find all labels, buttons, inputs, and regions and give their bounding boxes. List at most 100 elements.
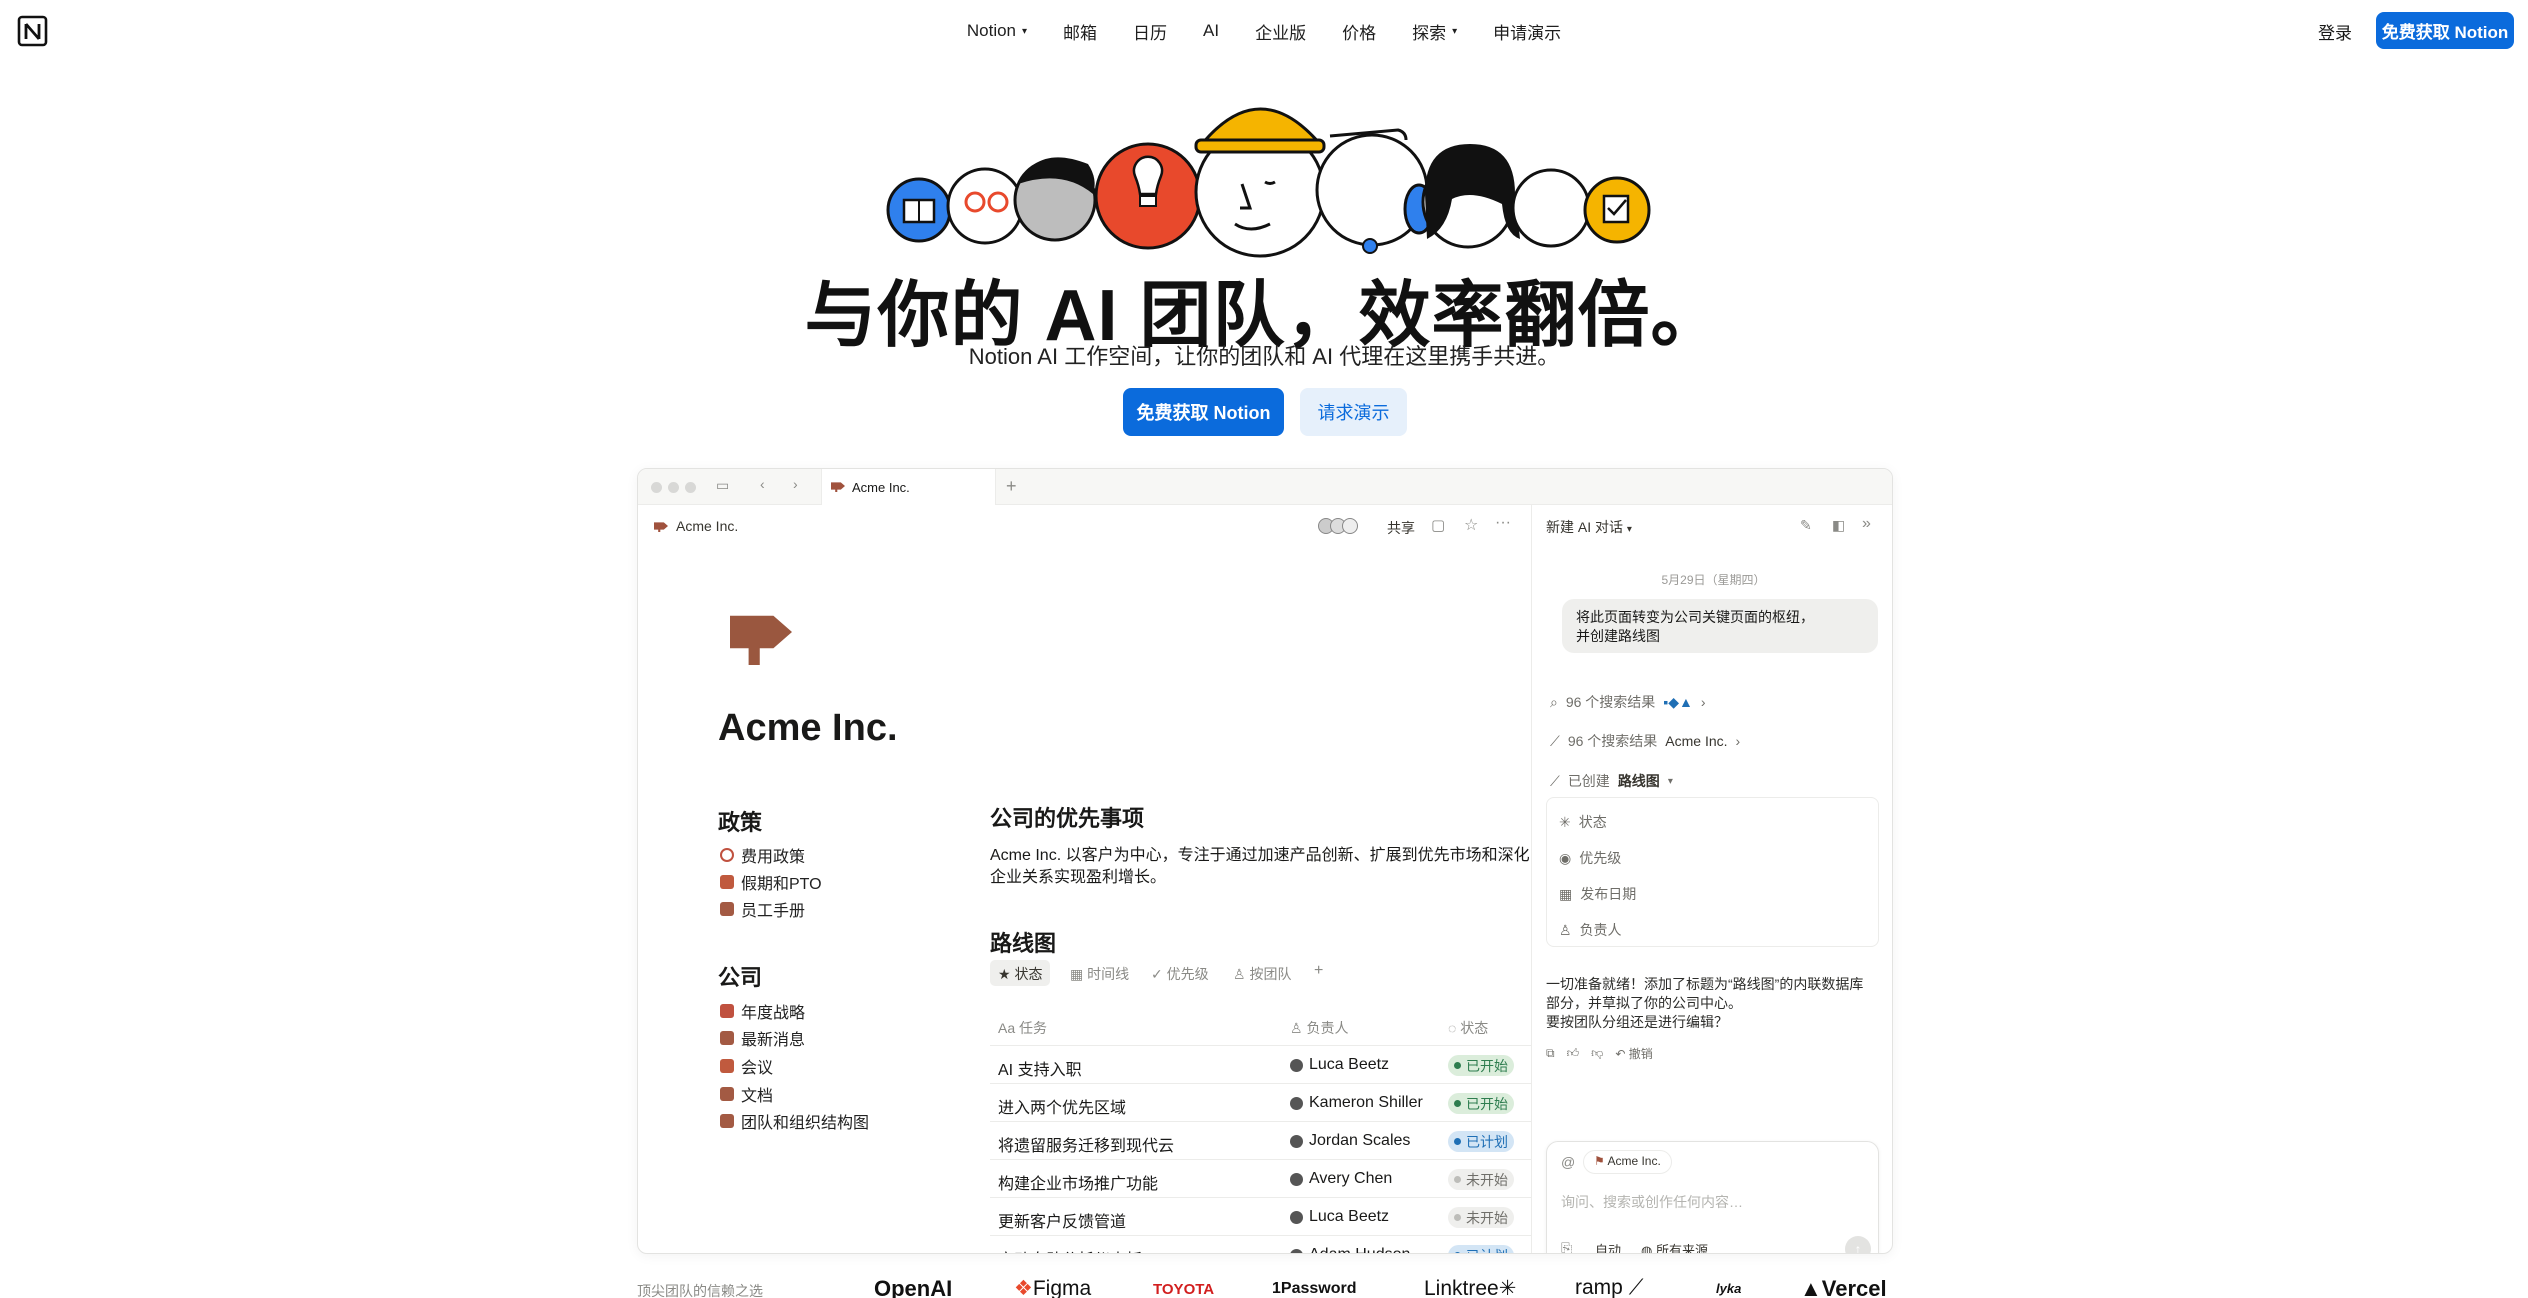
view-tab-status[interactable]: ★ 状态	[990, 960, 1051, 986]
back-icon[interactable]: ‹	[760, 476, 765, 492]
chevron-down-icon: ▾	[1626, 524, 1632, 535]
company-link[interactable]: 会议	[720, 1054, 773, 1078]
ai-panel: 新建 AI 对话 ▾ ✎ ◧ » 5月29日（星期四） 将此页面转变为公司关键页…	[1531, 505, 1892, 1253]
signpost-icon	[831, 482, 845, 492]
forward-icon[interactable]: ›	[793, 476, 798, 492]
vercel-logo: ▲Vercel	[1800, 1276, 1887, 1298]
table-row[interactable]: 更新客户反馈管道 Luca Beetz 未开始	[990, 1197, 1531, 1235]
login-link[interactable]: 登录	[2318, 19, 2352, 44]
star-icon[interactable]: ☆	[1464, 515, 1478, 535]
undo-button[interactable]: ↶ 撤销	[1615, 1045, 1652, 1062]
view-tab-priority[interactable]: ✓ 优先级	[1151, 964, 1209, 984]
property-item: ✳ 状态	[1559, 813, 1607, 831]
status-badge[interactable]: 已计划	[1448, 1131, 1514, 1152]
trust-label: 顶尖团队的信赖之选	[637, 1283, 763, 1298]
calendar-icon	[720, 1004, 734, 1018]
thumbs-down-icon[interactable]: 👎︎	[1591, 1046, 1603, 1061]
policy-link[interactable]: 费用政策	[720, 843, 805, 867]
new-tab-icon[interactable]: +	[1006, 476, 1017, 497]
sources-select[interactable]: ◍ 所有来源	[1641, 1240, 1708, 1253]
nav-item-notion[interactable]: Notion ▾	[967, 21, 1027, 41]
ai-input[interactable]: 询问、搜索或创作任何内容…	[1561, 1192, 1743, 1212]
chevron-down-icon: ▾	[1022, 25, 1028, 37]
calendar-icon: ▦	[1070, 966, 1088, 982]
view-tab-timeline[interactable]: ▦ 时间线	[1070, 964, 1129, 984]
chat-date: 5月29日（星期四）	[1661, 573, 1766, 587]
status-badge[interactable]: 已开始	[1448, 1093, 1514, 1114]
toyota-logo: TOYOTA	[1153, 1281, 1215, 1298]
target-icon	[720, 848, 734, 862]
search-result-step[interactable]: ⟋ 96 个搜索结果 Acme Inc. ›	[1550, 731, 1740, 751]
figma-logo: ❖Figma	[1014, 1277, 1092, 1298]
property-item: ▦ 发布日期	[1559, 885, 1637, 903]
policy-link[interactable]: 假期和PTO	[720, 870, 822, 894]
company-link[interactable]: 文档	[720, 1082, 773, 1106]
top-nav: Notion ▾ 邮箱 日历 AI 企业版 价格 探索 ▾ 申请演示 登录 免费获取…	[0, 0, 2528, 62]
context-chip[interactable]: ⚑ Acme Inc.	[1583, 1150, 1672, 1174]
table-row[interactable]: 构建企业市场推广功能 Avery Chen 未开始	[990, 1159, 1531, 1197]
search-result-step[interactable]: ⌕ 96 个搜索结果 ▪◆▲ ›	[1550, 692, 1706, 712]
nav-item-request-demo[interactable]: 申请演示	[1493, 19, 1561, 44]
status-badge[interactable]: 未开始	[1448, 1207, 1514, 1228]
table-row[interactable]: 启动自助分析仪表板Adam Hudson已计划	[990, 1235, 1531, 1253]
add-view-icon[interactable]: +	[1314, 962, 1323, 980]
openai-logo: OpenAI	[874, 1276, 953, 1298]
policy-link[interactable]: 员工手册	[720, 897, 805, 921]
table-row[interactable]: 进入两个优先区域 Kameron Shiller 已开始	[990, 1083, 1531, 1121]
created-step[interactable]: ⟋ 已创建 路线图 ▾	[1550, 771, 1673, 791]
user-message: 将此页面转变为公司关键页面的枢纽， 并创建路线图	[1562, 599, 1878, 653]
avatar-stack[interactable]	[1318, 518, 1364, 536]
nav-item-pricing[interactable]: 价格	[1342, 19, 1376, 44]
thumbs-up-icon[interactable]: 👍︎	[1567, 1046, 1580, 1061]
property-item: ◉ 优先级	[1559, 849, 1622, 867]
priorities-text: Acme Inc. 以客户为中心，专注于通过加速产品创新、扩展到优先市场和深化	[990, 847, 1530, 864]
attach-icon[interactable]: ⎘	[1561, 1240, 1572, 1253]
more-icon[interactable]: ···	[1495, 514, 1511, 532]
table-row[interactable]: AI 支持入职 Luca Beetz 已开始	[990, 1045, 1531, 1083]
window-dot-icon	[651, 482, 662, 493]
panel-layout-icon[interactable]: ◧	[1832, 517, 1845, 534]
pencil-icon: ⟋	[1550, 772, 1560, 789]
comment-icon[interactable]: ▢	[1431, 516, 1445, 534]
collapse-icon[interactable]: »	[1862, 515, 1871, 533]
pencil-icon: ⟋	[1550, 732, 1560, 749]
status-badge[interactable]: 已计划	[1448, 1245, 1514, 1253]
status-badge[interactable]: 已开始	[1448, 1055, 1514, 1076]
loading-icon: ✳	[1559, 813, 1571, 830]
page-signpost-icon	[730, 615, 792, 665]
policies-heading: 政策	[718, 810, 763, 835]
avatar	[1290, 1248, 1303, 1253]
get-notion-button[interactable]: 免费获取 Notion	[1123, 388, 1284, 436]
request-demo-button[interactable]: 请求演示	[1300, 388, 1407, 436]
breadcrumb[interactable]: Acme Inc.	[676, 518, 738, 534]
nav-item-ai[interactable]: AI	[1203, 21, 1219, 41]
tab-acme[interactable]: Acme Inc.	[821, 469, 996, 505]
column-header-owner[interactable]: ♙ 负责人	[1290, 1018, 1348, 1038]
status-badge[interactable]: 未开始	[1448, 1169, 1514, 1190]
column-header-status[interactable]: ◌ 状态	[1448, 1018, 1488, 1038]
company-link[interactable]: 年度战略	[720, 999, 805, 1023]
ai-input-box[interactable]: @ ⚑ Acme Inc. 询问、搜索或创作任何内容… ⎘ 自动 ◍ 所有来源 …	[1546, 1141, 1879, 1253]
send-button[interactable]: ↑	[1845, 1236, 1871, 1253]
new-chat-icon[interactable]: ✎	[1800, 517, 1812, 534]
mode-select[interactable]: 自动	[1595, 1240, 1621, 1253]
nav-item-mail[interactable]: 邮箱	[1063, 19, 1097, 44]
nav-item-explore[interactable]: 探索 ▾	[1412, 19, 1457, 44]
share-button[interactable]: 共享	[1387, 518, 1415, 538]
avatar	[1290, 1058, 1303, 1072]
table-row[interactable]: 将遗留服务迁移到现代云 Jordan Scales 已计划	[990, 1121, 1531, 1159]
figma-icon: ❖	[1014, 1277, 1033, 1298]
nav-item-enterprise[interactable]: 企业版	[1255, 19, 1306, 44]
mention-icon[interactable]: @	[1561, 1154, 1575, 1170]
nav-get-notion-button[interactable]: 免费获取 Notion	[2376, 12, 2514, 49]
ai-chat-title[interactable]: 新建 AI 对话 ▾	[1546, 517, 1632, 537]
column-header-task[interactable]: Aa 任务	[998, 1018, 1047, 1038]
copy-icon[interactable]: ⧉	[1546, 1046, 1555, 1061]
roadmap-heading: 路线图	[990, 931, 1057, 956]
sidebar-toggle-icon[interactable]: ▭	[716, 477, 729, 494]
person-icon: ♙	[1233, 966, 1250, 982]
company-link[interactable]: 团队和组织结构图	[720, 1109, 869, 1133]
nav-item-calendar[interactable]: 日历	[1133, 19, 1167, 44]
company-link[interactable]: 最新消息	[720, 1026, 805, 1050]
view-tab-team[interactable]: ♙ 按团队	[1233, 964, 1291, 984]
